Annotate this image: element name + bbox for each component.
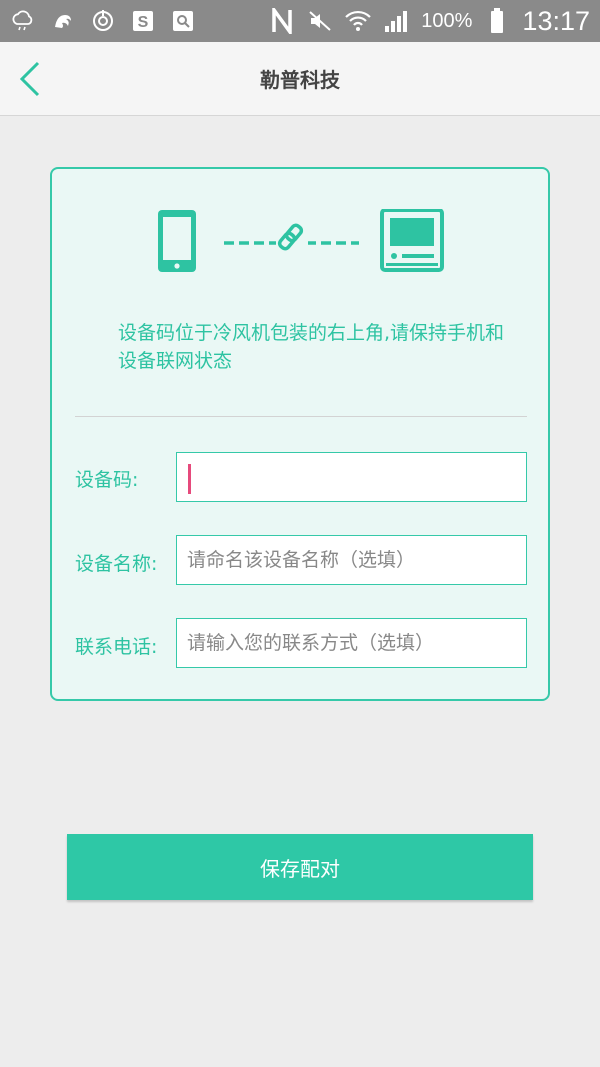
pairing-card: 设备码位于冷风机包装的右上角,请保持手机和设备联网状态 设备码: 设备名称: 联… bbox=[50, 167, 550, 701]
svg-text:S: S bbox=[138, 14, 149, 31]
status-time: 13:17 bbox=[522, 5, 590, 36]
mute-icon bbox=[307, 8, 333, 34]
contact-phone-input[interactable] bbox=[176, 618, 527, 668]
pairing-illustration bbox=[158, 209, 444, 272]
device-name-label: 设备名称: bbox=[75, 553, 158, 575]
nfc-icon bbox=[269, 8, 295, 34]
s-app-icon: S bbox=[130, 8, 156, 34]
status-bar: S 100% 13:17 bbox=[0, 0, 600, 42]
save-pairing-button[interactable]: 保存配对 bbox=[67, 834, 533, 900]
back-button[interactable] bbox=[12, 59, 48, 99]
wifi-icon bbox=[345, 8, 372, 34]
chevron-left-icon bbox=[19, 61, 40, 97]
text-caret bbox=[188, 464, 191, 494]
contact-phone-label: 联系电话: bbox=[75, 636, 158, 658]
cloud-rain-icon bbox=[10, 8, 36, 34]
image-search-icon bbox=[170, 8, 196, 34]
battery-icon bbox=[484, 8, 510, 34]
air-cooler-icon bbox=[380, 209, 444, 272]
app-header: 勒普科技 bbox=[0, 42, 600, 116]
link-icon bbox=[224, 223, 359, 251]
page-title: 勒普科技 bbox=[260, 68, 340, 92]
divider bbox=[75, 416, 527, 417]
sync-icon bbox=[90, 8, 116, 34]
device-code-input[interactable] bbox=[176, 452, 527, 502]
device-name-input[interactable] bbox=[176, 535, 527, 585]
uc-browser-icon bbox=[50, 8, 76, 34]
pairing-hint: 设备码位于冷风机包装的右上角,请保持手机和设备联网状态 bbox=[118, 322, 505, 372]
device-code-label: 设备码: bbox=[75, 469, 139, 491]
signal-icon bbox=[383, 8, 409, 34]
battery-percent: 100% bbox=[421, 9, 473, 32]
phone-icon bbox=[158, 210, 196, 272]
